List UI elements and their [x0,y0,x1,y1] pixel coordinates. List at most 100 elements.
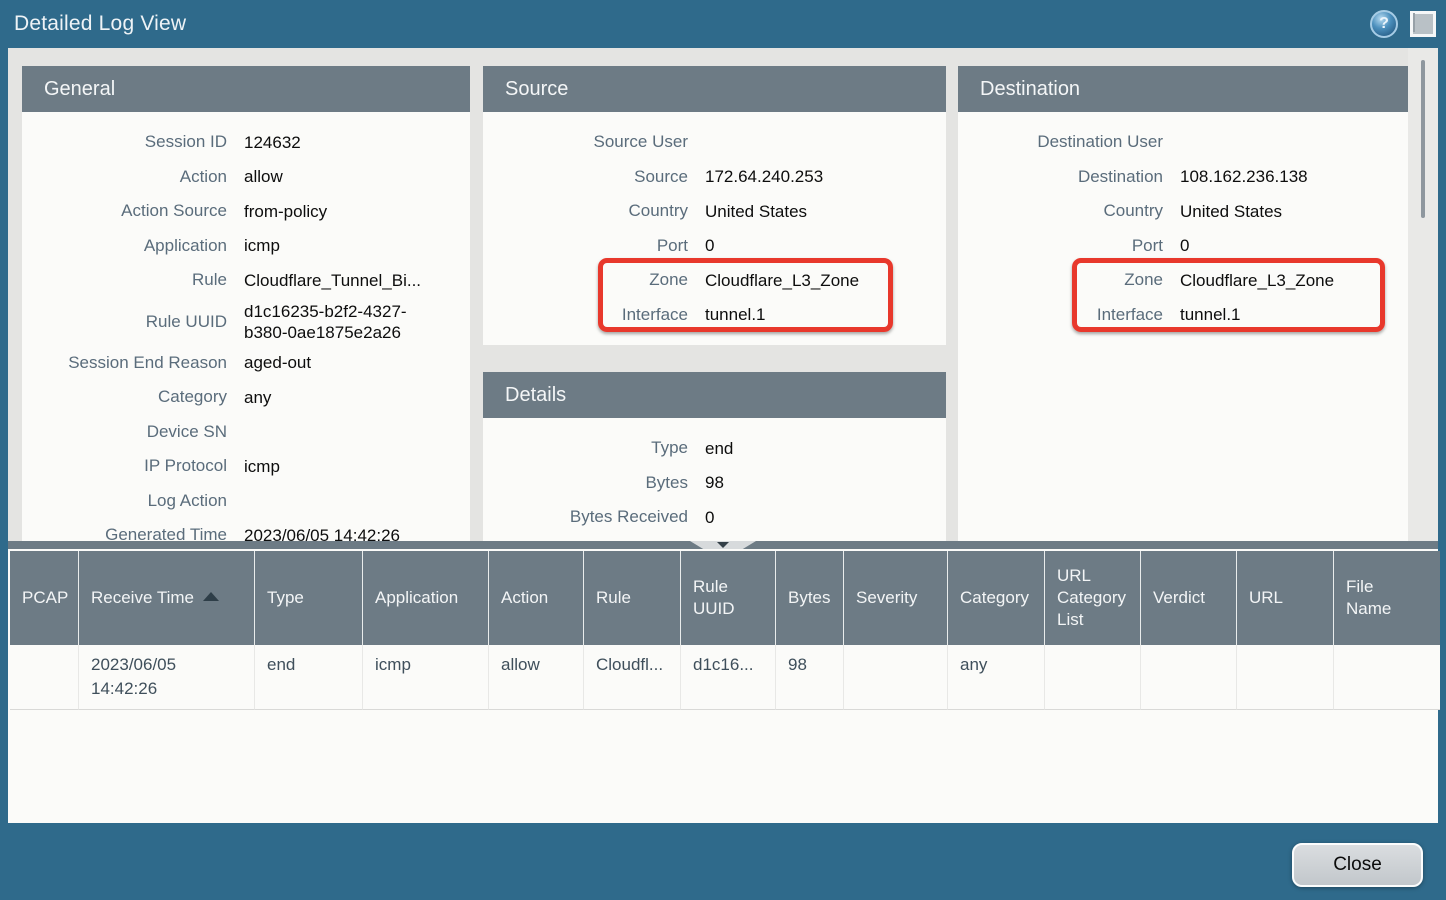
field-label: Action Source [22,201,227,221]
column-header-bytes[interactable]: Bytes [776,551,844,645]
splitter[interactable] [8,541,1438,549]
field-row-interface: Interfacetunnel.1 [483,298,946,333]
cell-application: icmp [363,645,489,710]
help-icon[interactable]: ? [1370,10,1398,38]
column-label: Verdict [1153,587,1205,609]
column-label: Severity [856,587,917,609]
field-label: Interface [958,305,1163,325]
field-value: icmp [244,453,470,480]
column-label: Bytes [788,587,831,609]
field-row-source: Source 172.64.240.253 [483,160,946,195]
field-label: Category [22,387,227,407]
panel-general: General Session ID124632ActionallowActio… [22,66,470,541]
column-header-url-category-list[interactable]: URL Category List [1045,551,1141,645]
column-header-rule-uuid[interactable]: Rule UUID [681,551,776,645]
field-label: Port [958,236,1163,256]
field-row-session-end-reason: Session End Reasonaged-out [22,346,470,381]
detail-panels-area: General Session ID124632ActionallowActio… [8,48,1438,541]
field-row-category: Category any [22,380,470,415]
field-value: 98 [705,469,946,496]
field-row-action: Action allow [22,160,470,195]
field-row-action-source: Action Source from-policy [22,194,470,229]
column-header-type[interactable]: Type [255,551,363,645]
column-header-url[interactable]: URL [1237,551,1334,645]
cell-bytes: 98 [776,645,844,710]
field-value: United States [1180,198,1417,225]
field-row-port: Port0 [958,229,1417,264]
cell-url [1237,645,1334,710]
field-value: 0 [705,232,946,259]
panel-general-title: General [22,66,470,112]
restore-window-icon-inner [1413,13,1415,32]
panel-details: Details TypeendBytes98Bytes Received0 [483,372,946,541]
field-row-bytes-received: Bytes Received 0 [483,500,946,535]
vertical-scrollbar-thumb[interactable] [1421,60,1425,218]
restore-window-icon[interactable] [1410,11,1436,37]
column-header-receive-time[interactable]: Receive Time [79,551,255,645]
column-label: Application [375,587,458,609]
field-label: Type [483,438,688,458]
log-row[interactable]: 2023/06/05 14:42:26endicmpallowCloudfl..… [10,645,1440,710]
cell-type: end [255,645,363,710]
close-button[interactable]: Close [1292,843,1423,887]
field-value: tunnel.1 [1180,301,1417,328]
field-label: Session ID [22,132,227,152]
column-label: Rule [596,587,631,609]
panel-details-body: TypeendBytes98Bytes Received0 [483,418,946,541]
column-header-rule[interactable]: Rule [584,551,681,645]
field-value [244,429,470,435]
column-label: PCAP [22,587,66,609]
panel-destination-title: Destination [958,66,1417,112]
vertical-scrollbar[interactable] [1408,48,1438,541]
field-row-zone: ZoneCloudflare_L3_Zone [958,263,1417,298]
field-value: United States [705,198,946,225]
panel-general-body: Session ID124632ActionallowAction Source… [22,112,470,541]
field-value: 172.64.240.253 [705,163,946,190]
column-label: Action [501,587,548,609]
column-header-severity[interactable]: Severity [844,551,948,645]
field-row-interface: Interface tunnel.1 [958,298,1417,333]
column-header-category[interactable]: Category [948,551,1045,645]
column-header-file-name[interactable]: File Name [1334,551,1440,645]
field-label: Application [22,236,227,256]
field-label: IP Protocol [22,456,227,476]
column-label: URL Category List [1057,565,1128,631]
splitter-collapse-icon[interactable] [690,541,756,549]
field-label: Source [483,167,688,187]
cell-severity [844,645,948,710]
field-value: allow [244,163,470,190]
field-value: from-policy [244,198,470,225]
field-label: Session End Reason [22,353,227,373]
field-label: Interface [483,305,688,325]
field-value: any [244,384,470,411]
field-row-application: Application icmp [22,229,470,264]
field-label: Action [22,167,227,187]
cell-file-name [1334,645,1440,710]
log-table-area: PCAP Receive TimeType Application Action Rul… [8,549,1438,823]
column-header-verdict[interactable]: Verdict [1141,551,1237,645]
cell-receive-time: 2023/06/05 14:42:26 [79,645,255,710]
field-value: icmp [244,232,470,259]
column-label: Rule UUID [693,576,763,620]
field-value: end [705,435,946,462]
field-row-rule: RuleCloudflare_Tunnel_Bi... [22,263,470,298]
field-label: Bytes Received [483,507,688,527]
field-value: d1c16235-b2f2-4327-b380-0ae1875e2a26 [244,298,432,346]
column-header-pcap[interactable]: PCAP [10,551,79,645]
field-row-source-user: Source User [483,125,946,160]
field-value [705,139,946,145]
field-label: Rule [22,270,227,290]
column-label: Category [960,587,1029,609]
field-row-zone: ZoneCloudflare_L3_Zone [483,263,946,298]
column-header-application[interactable]: Application [363,551,489,645]
field-row-destination-user: Destination User [958,125,1417,160]
cell-pcap [10,645,79,710]
field-value: 0 [705,504,946,531]
column-header-action[interactable]: Action [489,551,584,645]
log-table: PCAP Receive TimeType Application Action Rul… [10,551,1440,710]
field-row-generated-time: Generated Time2023/06/05 14:42:26 [22,518,470,541]
panel-destination: Destination Destination UserDestination1… [958,66,1417,541]
cell-url-category-list [1045,645,1141,710]
field-label: Destination [958,167,1163,187]
panel-source: Source Source UserSource172.64.240.253Co… [483,66,946,345]
